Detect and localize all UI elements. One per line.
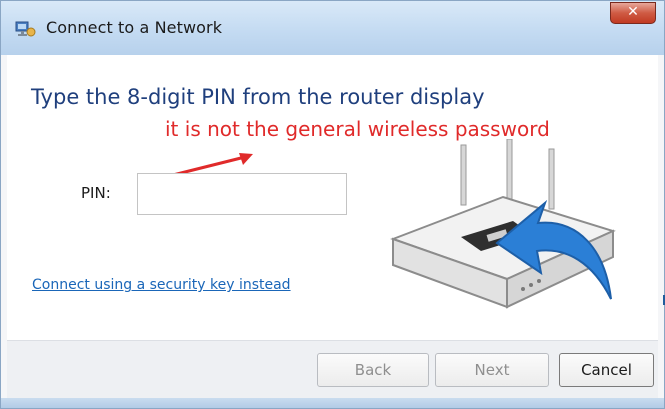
arrow-icon [495,199,612,300]
dialog-content: Type the 8-digit PIN from the router dis… [7,55,665,340]
window-title: Connect to a Network [46,18,223,37]
title-bar[interactable]: Connect to a Network ✕ [1,1,664,55]
pin-input[interactable] [137,173,347,215]
network-icon [15,21,36,37]
pin-label: PIN: [81,184,111,202]
security-key-link[interactable]: Connect using a security key instead [32,277,291,293]
close-button[interactable]: ✕ [610,2,656,24]
close-icon: ✕ [627,4,639,20]
next-button[interactable]: Next [435,353,549,387]
instruction-heading: Type the 8-digit PIN from the router dis… [31,85,485,109]
back-button[interactable]: Back [317,353,429,387]
button-bar: Back Next Cancel [7,340,658,399]
cancel-button[interactable]: Cancel [559,353,654,387]
window-bottom-frame [1,398,664,408]
connect-network-dialog: Connect to a Network ✕ Type the 8-digit … [0,0,665,409]
annotation-note: it is not the general wireless password [165,117,550,141]
